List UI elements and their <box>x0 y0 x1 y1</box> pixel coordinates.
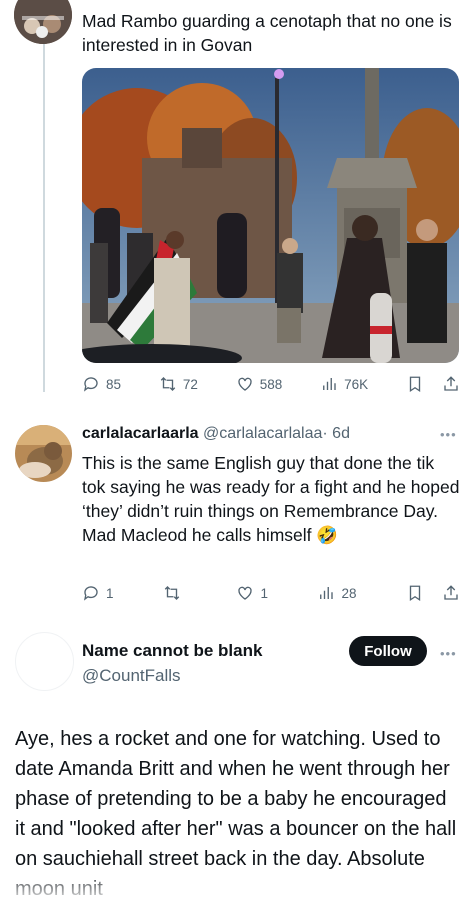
tweet-extra-actions <box>406 375 460 393</box>
bookmark-icon[interactable] <box>406 584 424 602</box>
like-button[interactable]: 588 <box>236 375 283 393</box>
reply-author-handle[interactable]: @carlalacarlalaa <box>203 425 322 442</box>
more-icon[interactable]: ••• <box>440 646 457 661</box>
views-button[interactable]: 28 <box>317 584 357 602</box>
tweet-actions: 85 72 588 76K <box>82 371 460 397</box>
reply-text: This is the same English guy that done t… <box>82 453 460 545</box>
bookmark-icon[interactable] <box>406 375 424 393</box>
tweet-text: Mad Rambo guarding a cenotaph that no on… <box>82 11 452 55</box>
reply-icon <box>83 586 98 601</box>
reply-extra-actions <box>406 584 460 602</box>
reply-button[interactable]: 1 <box>82 584 114 602</box>
bottom-nav-fade <box>0 868 474 900</box>
share-icon[interactable] <box>442 375 460 393</box>
reply-actions: 1 1 28 <box>82 580 460 606</box>
more-icon[interactable]: ••• <box>440 427 457 442</box>
reply-author-name[interactable]: carlalacarlaarla <box>82 425 199 442</box>
reply-avatar[interactable] <box>15 425 72 482</box>
share-icon[interactable] <box>442 584 460 602</box>
tweet-avatar[interactable] <box>14 0 72 44</box>
profile-name[interactable]: Name cannot be blank <box>82 641 262 661</box>
reply-count: 85 <box>106 376 122 392</box>
heart-icon <box>238 377 252 391</box>
retweet-button[interactable] <box>163 584 187 602</box>
thread-line <box>43 40 45 392</box>
views-button[interactable]: 76K <box>320 375 368 393</box>
profile-avatar[interactable] <box>15 632 74 691</box>
reply-button[interactable]: 85 <box>82 375 121 393</box>
follow-button[interactable]: Follow <box>349 636 427 666</box>
views-icon <box>323 378 336 390</box>
tweet-image[interactable] <box>82 68 459 363</box>
views-icon <box>320 587 334 599</box>
retweet-icon <box>160 377 176 391</box>
reply-header: carlalacarlaarla @carlalacarlalaa· 6d <box>82 425 442 447</box>
profile-handle[interactable]: @CountFalls <box>82 666 181 686</box>
views-count: 76K <box>344 376 369 392</box>
reply-count: 1 <box>106 585 114 601</box>
like-count: 588 <box>259 376 283 392</box>
heart-icon <box>238 586 253 600</box>
reply-time: · 6d <box>322 425 350 442</box>
retweet-count: 72 <box>182 376 198 392</box>
retweet-icon <box>164 586 180 600</box>
like-count: 1 <box>260 585 268 601</box>
like-button[interactable]: 1 <box>236 584 268 602</box>
views-count: 28 <box>341 585 357 601</box>
reply-icon <box>83 377 98 392</box>
retweet-button[interactable]: 72 <box>159 375 198 393</box>
